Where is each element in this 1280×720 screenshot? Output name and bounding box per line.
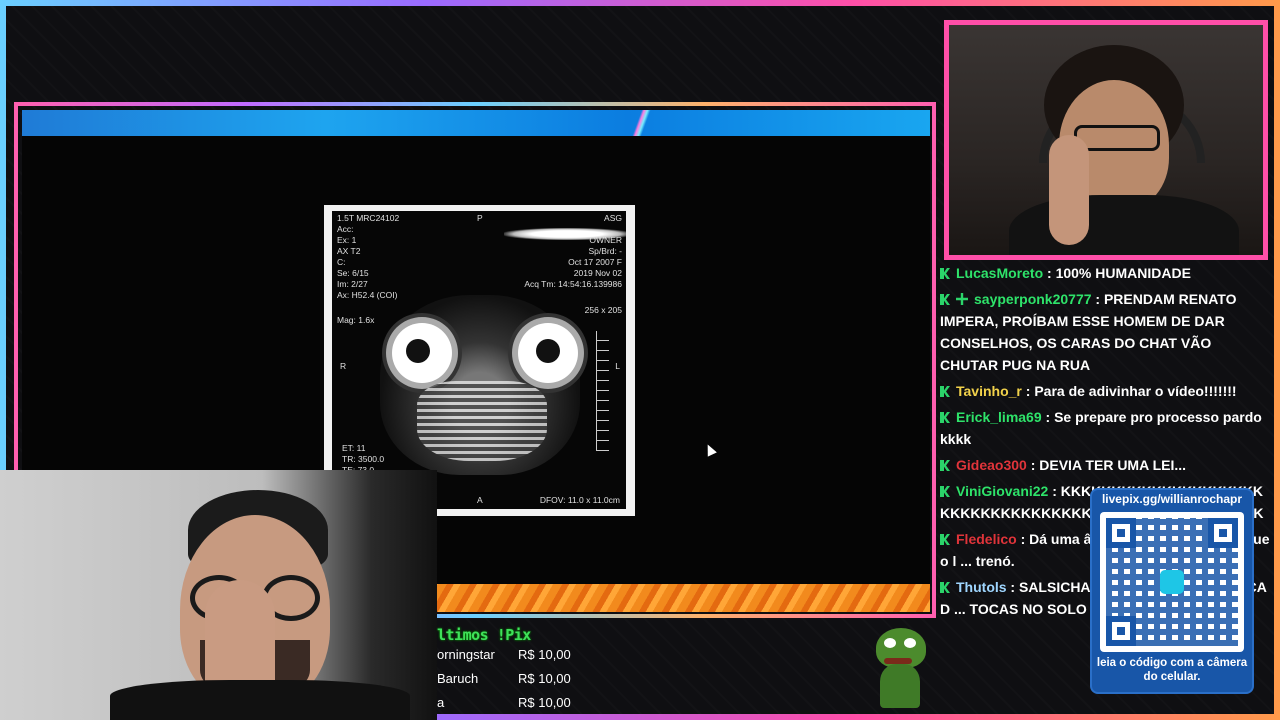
shirt <box>1009 195 1239 255</box>
donor-row: orningstar R$ 10,00 <box>437 647 587 662</box>
donor-row: Baruch R$ 10,00 <box>437 671 587 686</box>
chat-message: Gideao300 : DEVIA TER UMA LEI... <box>940 454 1270 476</box>
chat-message: sayperponk20777 : PRENDAM RENATO IMPERA,… <box>940 288 1270 376</box>
kick-badge-icon <box>940 268 950 279</box>
webcam-guest <box>0 470 437 720</box>
mri-header-left: 1.5T MRC24102 Acc: Ex: 1 AX T2 C: Se: 6/… <box>337 213 400 300</box>
webcam-streamer <box>944 20 1268 260</box>
chat-message: Erick_lima69 : Se prepare pro processo p… <box>940 406 1270 450</box>
pix-url[interactable]: livepix.gg/willianrochapr <box>1092 492 1252 506</box>
chat-username[interactable]: sayperponk20777 <box>974 291 1092 307</box>
chat-username[interactable]: Tavinho_r <box>956 383 1022 399</box>
kick-badge-icon <box>940 386 950 397</box>
qr-code-icon <box>1100 512 1244 652</box>
video-top-bar <box>22 110 930 136</box>
hand <box>1049 135 1089 245</box>
mri-footer-center: A <box>477 495 483 505</box>
chat-username[interactable]: ViniGiovani22 <box>956 483 1048 499</box>
mri-eye-right <box>518 323 578 383</box>
mri-footer-right: DFOV: 11.0 x 11.0cm <box>539 495 620 505</box>
mri-mag: Mag: 1.6x <box>337 315 375 325</box>
donor-name: a <box>437 695 445 710</box>
chat-username[interactable]: Erick_lima69 <box>956 409 1042 425</box>
donor-amount: R$ 10,00 <box>518 695 571 710</box>
chat-username[interactable]: Thutols <box>956 579 1007 595</box>
chat-username[interactable]: LucasMoreto <box>956 265 1043 281</box>
kick-badge-icon <box>940 412 950 423</box>
chat-message: Tavinho_r : Para de adivinhar o vídeo!!!… <box>940 380 1270 402</box>
mri-header-right: ASG OWNER Sp/Brd: - Oct 17 2007 F 2019 N… <box>524 213 622 289</box>
shirt <box>110 680 410 720</box>
donor-name: orningstar <box>437 647 495 662</box>
donor-row: a R$ 10,00 <box>437 695 587 710</box>
kick-badge-icon <box>940 294 950 305</box>
chat-text: : Para de adivinhar o vídeo!!!!!!! <box>1021 383 1237 399</box>
donor-amount: R$ 10,00 <box>518 671 571 686</box>
kick-badge-icon <box>940 582 950 593</box>
qr-logo-icon <box>1160 570 1184 594</box>
kick-badge-icon <box>940 486 950 497</box>
mri-matrix: 256 x 205 <box>584 305 622 315</box>
chat-username[interactable]: Gideao300 <box>956 457 1027 473</box>
qr-caption: leia o código com a câmera do celular. <box>1096 657 1248 683</box>
top-bar-accent <box>622 110 662 136</box>
plus-badge-icon <box>956 293 968 305</box>
chat-text: : 100% HUMANIDADE <box>1043 265 1191 281</box>
pix-qr-panel: livepix.gg/willianrochapr leia o código … <box>1092 490 1252 692</box>
kick-badge-icon <box>940 460 950 471</box>
mri-scale <box>596 331 609 451</box>
donor-amount: R$ 10,00 <box>518 647 571 662</box>
chat-text: : DEVIA TER UMA LEI... <box>1026 457 1187 473</box>
mri-snout <box>417 381 547 461</box>
mri-header-center: P <box>477 213 483 223</box>
donors-title: ltimos !Pix <box>437 626 531 644</box>
mri-side-right: L <box>615 361 620 371</box>
mri-eye-left <box>392 323 452 383</box>
pepe-emote-icon <box>870 628 932 708</box>
chat-username[interactable]: Fledelico <box>956 531 1017 547</box>
mri-scan-content: 1.5T MRC24102 Acc: Ex: 1 AX T2 C: Se: 6/… <box>332 211 626 509</box>
chat-message: LucasMoreto : 100% HUMANIDADE <box>940 262 1270 284</box>
donor-name: Baruch <box>437 671 479 686</box>
mri-side-left: R <box>340 361 347 371</box>
kick-badge-icon <box>940 534 950 545</box>
